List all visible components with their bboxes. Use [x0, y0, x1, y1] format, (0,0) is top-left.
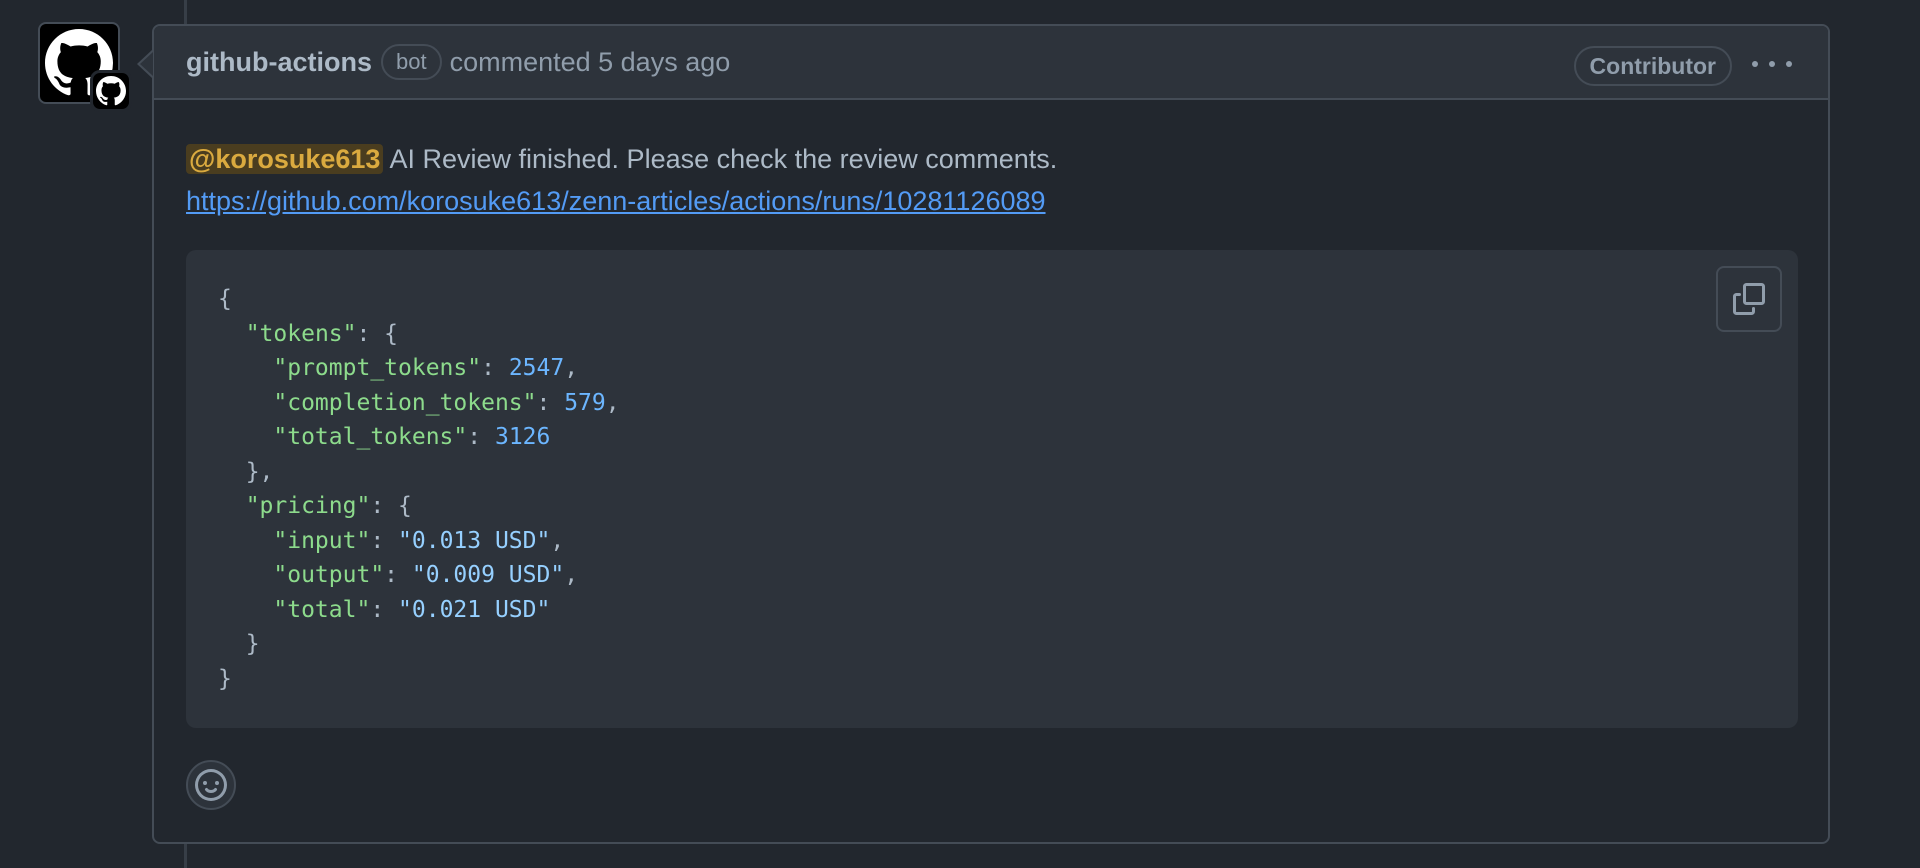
user-mention[interactable]: @korosuke613	[186, 144, 384, 174]
comment-box: github-actions bot commented 5 days ago …	[152, 24, 1830, 844]
copy-button[interactable]	[1716, 266, 1782, 332]
contributor-badge: Contributor	[1573, 46, 1732, 86]
json-key: "pricing"	[245, 493, 371, 519]
json-key: "tokens"	[245, 320, 357, 347]
app-badge	[90, 70, 132, 112]
json-key: "output"	[273, 562, 385, 588]
json-string: "0.021 USD"	[398, 596, 551, 623]
json-string: "0.013 USD"	[398, 527, 551, 554]
json-key: "total"	[273, 596, 371, 623]
json-string: "0.009 USD"	[411, 562, 565, 588]
github-mark-icon	[96, 76, 126, 106]
smiley-icon	[195, 769, 227, 801]
add-reaction-button[interactable]	[186, 760, 236, 810]
comment-body: @korosuke613 AI Review finished. Please …	[186, 138, 1057, 222]
json-key: "prompt_tokens"	[273, 355, 482, 381]
json-key: "completion_tokens"	[273, 389, 537, 416]
bot-badge: bot	[380, 44, 442, 80]
json-number: 579	[564, 389, 606, 416]
copy-icon	[1733, 283, 1765, 315]
message-text: AI Review finished. Please check the rev…	[383, 144, 1058, 174]
json-code: { "tokens": { "prompt_tokens": 2547, "co…	[218, 286, 620, 692]
comment-pointer-fill	[140, 52, 153, 76]
comment-timestamp[interactable]: commented 5 days ago	[450, 47, 731, 78]
comment-header: github-actions bot commented 5 days ago …	[154, 26, 1828, 100]
json-number: 3126	[494, 424, 551, 450]
workflow-run-link[interactable]: https://github.com/korosuke613/zenn-arti…	[186, 186, 1046, 216]
json-key: "input"	[273, 527, 371, 554]
author-name[interactable]: github-actions	[186, 47, 372, 78]
kebab-horizontal-icon[interactable]	[1752, 50, 1792, 78]
code-block: { "tokens": { "prompt_tokens": 2547, "co…	[186, 250, 1798, 728]
json-key: "total_tokens"	[273, 424, 468, 450]
json-number: 2547	[508, 355, 565, 381]
message-line: @korosuke613 AI Review finished. Please …	[186, 138, 1057, 180]
